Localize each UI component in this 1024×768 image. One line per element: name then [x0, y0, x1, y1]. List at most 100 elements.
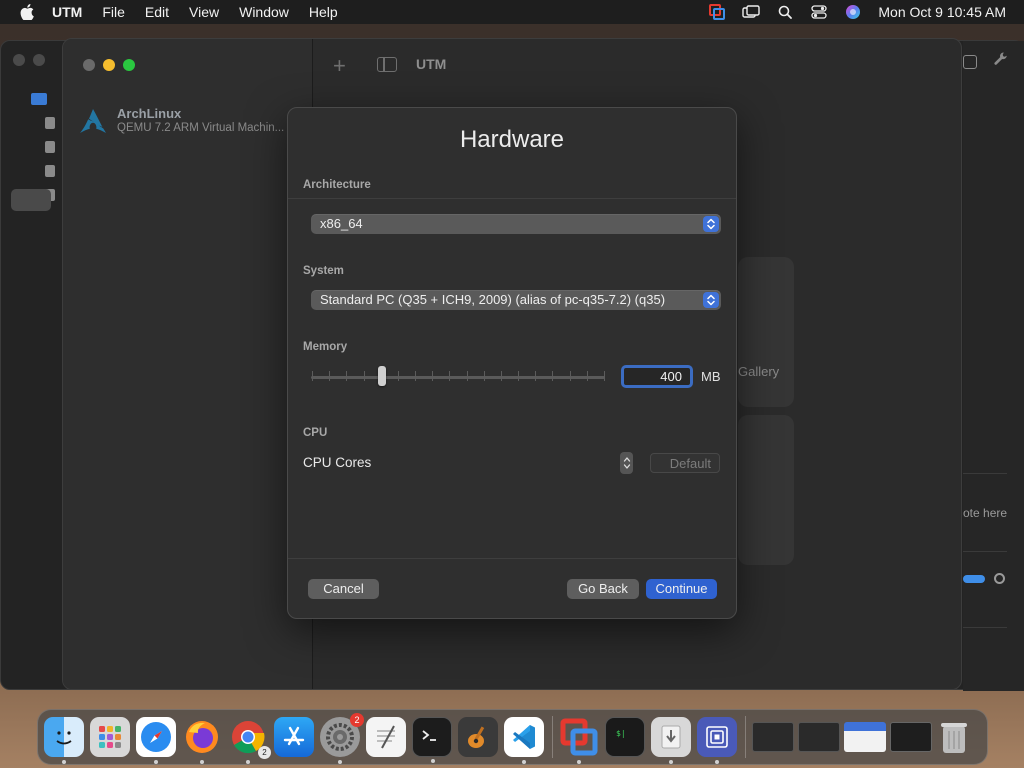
memory-slider-track[interactable] [311, 376, 605, 379]
firefox-icon[interactable] [182, 717, 222, 764]
minimize-button[interactable] [103, 59, 115, 71]
system-popup[interactable]: Standard PC (Q35 + ICH9, 2009) (alias of… [311, 290, 721, 310]
slider-tick [586, 371, 588, 381]
preview-icon[interactable] [651, 717, 691, 764]
menu-edit[interactable]: Edit [145, 4, 169, 20]
chevron-updown-icon [703, 292, 719, 308]
background-note-text: ote here [963, 506, 1008, 520]
garageband-icon[interactable] [458, 717, 498, 757]
minimized-window-thumbnail[interactable] [752, 722, 794, 752]
chevron-updown-icon [703, 216, 719, 232]
file-icon [45, 117, 55, 129]
finder-icon[interactable] [44, 717, 84, 764]
window-controls [83, 59, 135, 71]
gallery-card-label: Gallery [738, 364, 780, 379]
gallery-card[interactable]: Gallery [738, 257, 794, 407]
cancel-button[interactable]: Cancel [308, 579, 379, 599]
close-button[interactable] [83, 59, 95, 71]
vm-list-item[interactable]: ArchLinux QEMU 7.2 ARM Virtual Machin... [79, 105, 305, 139]
memory-label: Memory [303, 341, 348, 353]
dock-separator [745, 716, 746, 758]
add-vm-button[interactable]: + [333, 53, 346, 79]
file-icon [45, 141, 55, 153]
svg-text:$|: $| [616, 729, 626, 738]
background-slider[interactable] [963, 575, 985, 583]
vm-description: QEMU 7.2 ARM Virtual Machin... [117, 122, 285, 134]
memory-slider-knob[interactable] [378, 366, 386, 386]
menu-file[interactable]: File [102, 4, 125, 20]
vm-name: ArchLinux [117, 106, 182, 121]
trash-icon[interactable] [936, 717, 972, 757]
slider-tick [552, 371, 554, 381]
architecture-label: Architecture [303, 179, 371, 191]
display-icon [31, 93, 47, 105]
menu-app-name[interactable]: UTM [52, 4, 82, 20]
slider-tick [500, 371, 502, 381]
cpu-cores-label: CPU Cores [303, 455, 372, 470]
utm-icon[interactable] [697, 717, 737, 764]
menu-bar: UTM File Edit View Window Help Mon Oct 9… [0, 0, 1024, 24]
dock-separator [552, 716, 553, 758]
toolbar-title: UTM [416, 56, 447, 72]
search-icon[interactable] [776, 4, 794, 20]
menu-help[interactable]: Help [309, 4, 338, 20]
siri-icon[interactable] [844, 4, 862, 20]
cpu-cores-stepper[interactable] [620, 452, 633, 474]
vscode-icon[interactable] [504, 717, 544, 764]
background-right-panel: ote here [963, 41, 1024, 691]
slider-tick [312, 371, 313, 381]
slider-tick [518, 371, 520, 381]
parallels-status-icon[interactable] [708, 4, 726, 20]
memory-input[interactable] [621, 365, 693, 388]
background-window-controls [13, 54, 45, 66]
system-settings-badge: 2 [350, 713, 364, 727]
slider-tick [604, 371, 605, 381]
wrench-icon[interactable] [993, 51, 1009, 67]
launchpad-icon[interactable] [90, 717, 130, 757]
menu-window[interactable]: Window [239, 4, 289, 20]
slider-tick [329, 371, 331, 381]
slider-tick [432, 371, 434, 381]
system-settings-icon[interactable]: 2 [320, 713, 364, 764]
background-slider-knob[interactable] [994, 573, 1005, 584]
textedit-icon[interactable] [366, 717, 406, 757]
screen-mirroring-icon[interactable] [742, 4, 761, 20]
safari-icon[interactable] [136, 717, 176, 764]
continue-button[interactable]: Continue [646, 579, 717, 599]
slider-tick [569, 371, 571, 381]
slider-tick [449, 371, 451, 381]
architecture-value: x86_64 [320, 216, 363, 231]
hardware-sheet: Hardware Architecture x86_64 System Stan… [287, 107, 737, 619]
system-value: Standard PC (Q35 + ICH9, 2009) (alias of… [320, 292, 666, 307]
terminal-icon[interactable]: $| [605, 717, 645, 757]
control-center-icon[interactable] [810, 4, 828, 20]
vm-sidebar: ArchLinux QEMU 7.2 ARM Virtual Machin... [63, 39, 313, 689]
share-icon[interactable] [963, 55, 977, 69]
go-back-button[interactable]: Go Back [567, 579, 639, 599]
menubar-clock[interactable]: Mon Oct 9 10:45 AM [878, 4, 1006, 20]
architecture-popup[interactable]: x86_64 [311, 214, 721, 234]
terminal-icon[interactable] [412, 717, 452, 763]
system-label: System [303, 265, 344, 277]
menu-view[interactable]: View [189, 4, 219, 20]
app-store-icon[interactable] [274, 717, 314, 757]
chrome-icon[interactable]: 2 [228, 717, 271, 764]
divider [288, 198, 736, 199]
cpu-cores-field[interactable] [650, 453, 720, 473]
cpu-label: CPU [303, 427, 328, 439]
slider-tick [415, 371, 417, 381]
minimized-window-thumbnail[interactable] [844, 722, 886, 752]
file-icon [45, 165, 55, 177]
zoom-button[interactable] [123, 59, 135, 71]
memory-unit: MB [701, 369, 721, 384]
apple-icon[interactable] [20, 4, 34, 20]
sidebar-toggle-icon[interactable] [377, 57, 397, 72]
content-card[interactable] [738, 415, 794, 565]
divider [288, 558, 736, 559]
parallels-icon[interactable] [559, 717, 599, 764]
minimized-window-thumbnail[interactable] [890, 722, 932, 752]
main-toolbar: + UTM [313, 39, 961, 91]
minimized-window-thumbnail[interactable] [798, 722, 840, 752]
slider-tick [397, 371, 399, 381]
slider-tick [346, 371, 348, 381]
